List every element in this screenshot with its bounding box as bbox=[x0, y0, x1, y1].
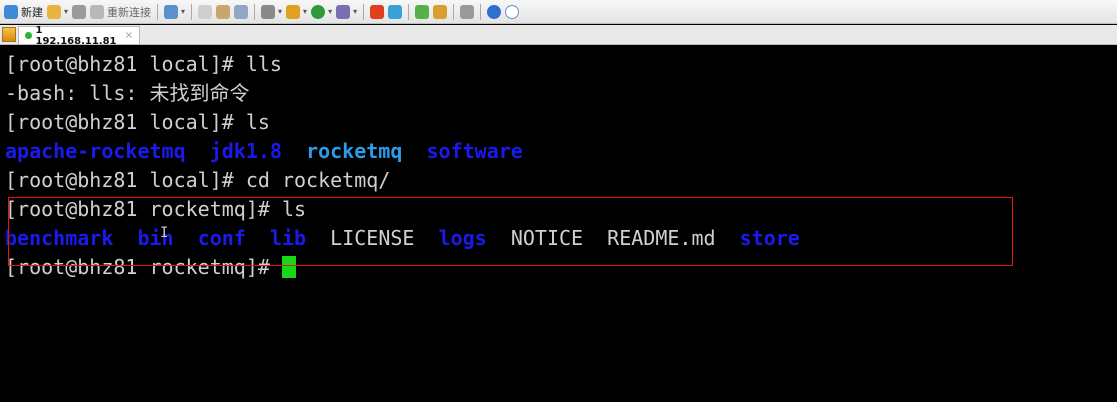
layout-button[interactable] bbox=[415, 2, 430, 22]
print-button[interactable]: ▾ bbox=[261, 2, 282, 22]
new-session-label: 新建 bbox=[21, 5, 43, 19]
session-manager-icon[interactable] bbox=[2, 27, 16, 42]
chevron-down-icon: ▾ bbox=[353, 7, 358, 16]
terminal-line: [root@bhz81 local]# lls bbox=[5, 52, 282, 76]
terminal-line: -bash: lls: 未找到命令 bbox=[5, 81, 250, 105]
chevron-down-icon: ▾ bbox=[328, 7, 333, 16]
find-button[interactable] bbox=[234, 2, 249, 22]
toolbar-divider bbox=[453, 3, 455, 20]
tools-button[interactable] bbox=[388, 2, 403, 22]
link-icon bbox=[72, 4, 87, 19]
transfer-button[interactable]: ▾ bbox=[286, 2, 307, 22]
chevron-down-icon: ▾ bbox=[181, 7, 186, 16]
tab-label: 1 192.168.11.81 bbox=[35, 24, 117, 47]
chat-button[interactable] bbox=[505, 2, 520, 22]
copy-button[interactable] bbox=[198, 2, 213, 22]
reconnect-button[interactable]: 重新连接 bbox=[90, 2, 151, 22]
toolbar-divider bbox=[254, 3, 256, 20]
paste-button[interactable] bbox=[216, 2, 231, 22]
chevron-down-icon: ▾ bbox=[64, 7, 69, 16]
reconnect-icon bbox=[90, 4, 105, 19]
xftp-icon bbox=[370, 4, 385, 19]
mouse-ibeam-icon: I bbox=[160, 225, 169, 241]
connect-button[interactable] bbox=[72, 2, 87, 22]
terminal-area[interactable]: [root@bhz81 local]# lls -bash: lls: 未找到命… bbox=[0, 46, 1117, 402]
help-icon bbox=[487, 4, 502, 19]
globe-icon bbox=[311, 4, 326, 19]
chevron-down-icon: ▾ bbox=[303, 7, 308, 16]
toolbar-divider bbox=[480, 3, 482, 20]
tools-icon bbox=[388, 4, 403, 19]
paste-icon bbox=[216, 4, 231, 19]
layout-icon bbox=[415, 4, 430, 19]
globe-button[interactable]: ▾ bbox=[311, 2, 332, 22]
properties-button[interactable]: ▾ bbox=[164, 2, 185, 22]
toolbar-divider bbox=[191, 3, 193, 20]
ls-output-local: apache-rocketmq jdk1.8 rocketmq software bbox=[5, 137, 523, 166]
copy-icon bbox=[198, 4, 213, 19]
folder-icon bbox=[47, 4, 61, 19]
search-icon bbox=[234, 4, 249, 19]
terminal-line: [root@bhz81 local]# ls bbox=[5, 110, 270, 134]
lock-button[interactable] bbox=[433, 2, 448, 22]
ls-entry: rocketmq bbox=[306, 139, 403, 163]
script-button[interactable]: ▾ bbox=[336, 2, 357, 22]
ls-entry: jdk1.8 bbox=[209, 139, 282, 163]
open-button[interactable]: ▾ bbox=[47, 2, 68, 22]
reconnect-label: 重新连接 bbox=[107, 5, 152, 19]
toolbar-divider bbox=[157, 3, 159, 20]
print-icon bbox=[261, 4, 276, 19]
ls-entry: apache-rocketmq bbox=[5, 139, 186, 163]
script-icon bbox=[336, 4, 351, 19]
toolbar-divider bbox=[363, 3, 365, 20]
keyboard-icon bbox=[460, 4, 475, 19]
xftp-button[interactable] bbox=[370, 2, 385, 22]
terminal-line: [root@bhz81 local]# cd rocketmq/ bbox=[5, 168, 391, 192]
transfer-icon bbox=[286, 4, 301, 19]
keyboard-button[interactable] bbox=[460, 2, 475, 22]
lock-icon bbox=[433, 4, 448, 19]
chat-icon bbox=[505, 4, 520, 19]
chevron-down-icon: ▾ bbox=[278, 7, 283, 16]
toolbar: 新建 ▾ 重新连接 ▾ ▾ ▾ ▾ ▾ bbox=[0, 0, 1117, 24]
close-icon[interactable]: × bbox=[125, 30, 133, 41]
connected-status-icon bbox=[25, 32, 32, 39]
new-session-button[interactable]: 新建 bbox=[4, 2, 43, 22]
properties-icon bbox=[164, 4, 179, 19]
new-session-icon bbox=[4, 4, 18, 19]
session-tabbar: 1 192.168.11.81 × bbox=[0, 24, 1117, 47]
toolbar-divider bbox=[408, 3, 410, 20]
tab-session-1[interactable]: 1 192.168.11.81 × bbox=[18, 24, 140, 47]
highlight-box bbox=[8, 197, 1013, 266]
ls-entry: software bbox=[426, 139, 523, 163]
help-button[interactable] bbox=[487, 2, 502, 22]
